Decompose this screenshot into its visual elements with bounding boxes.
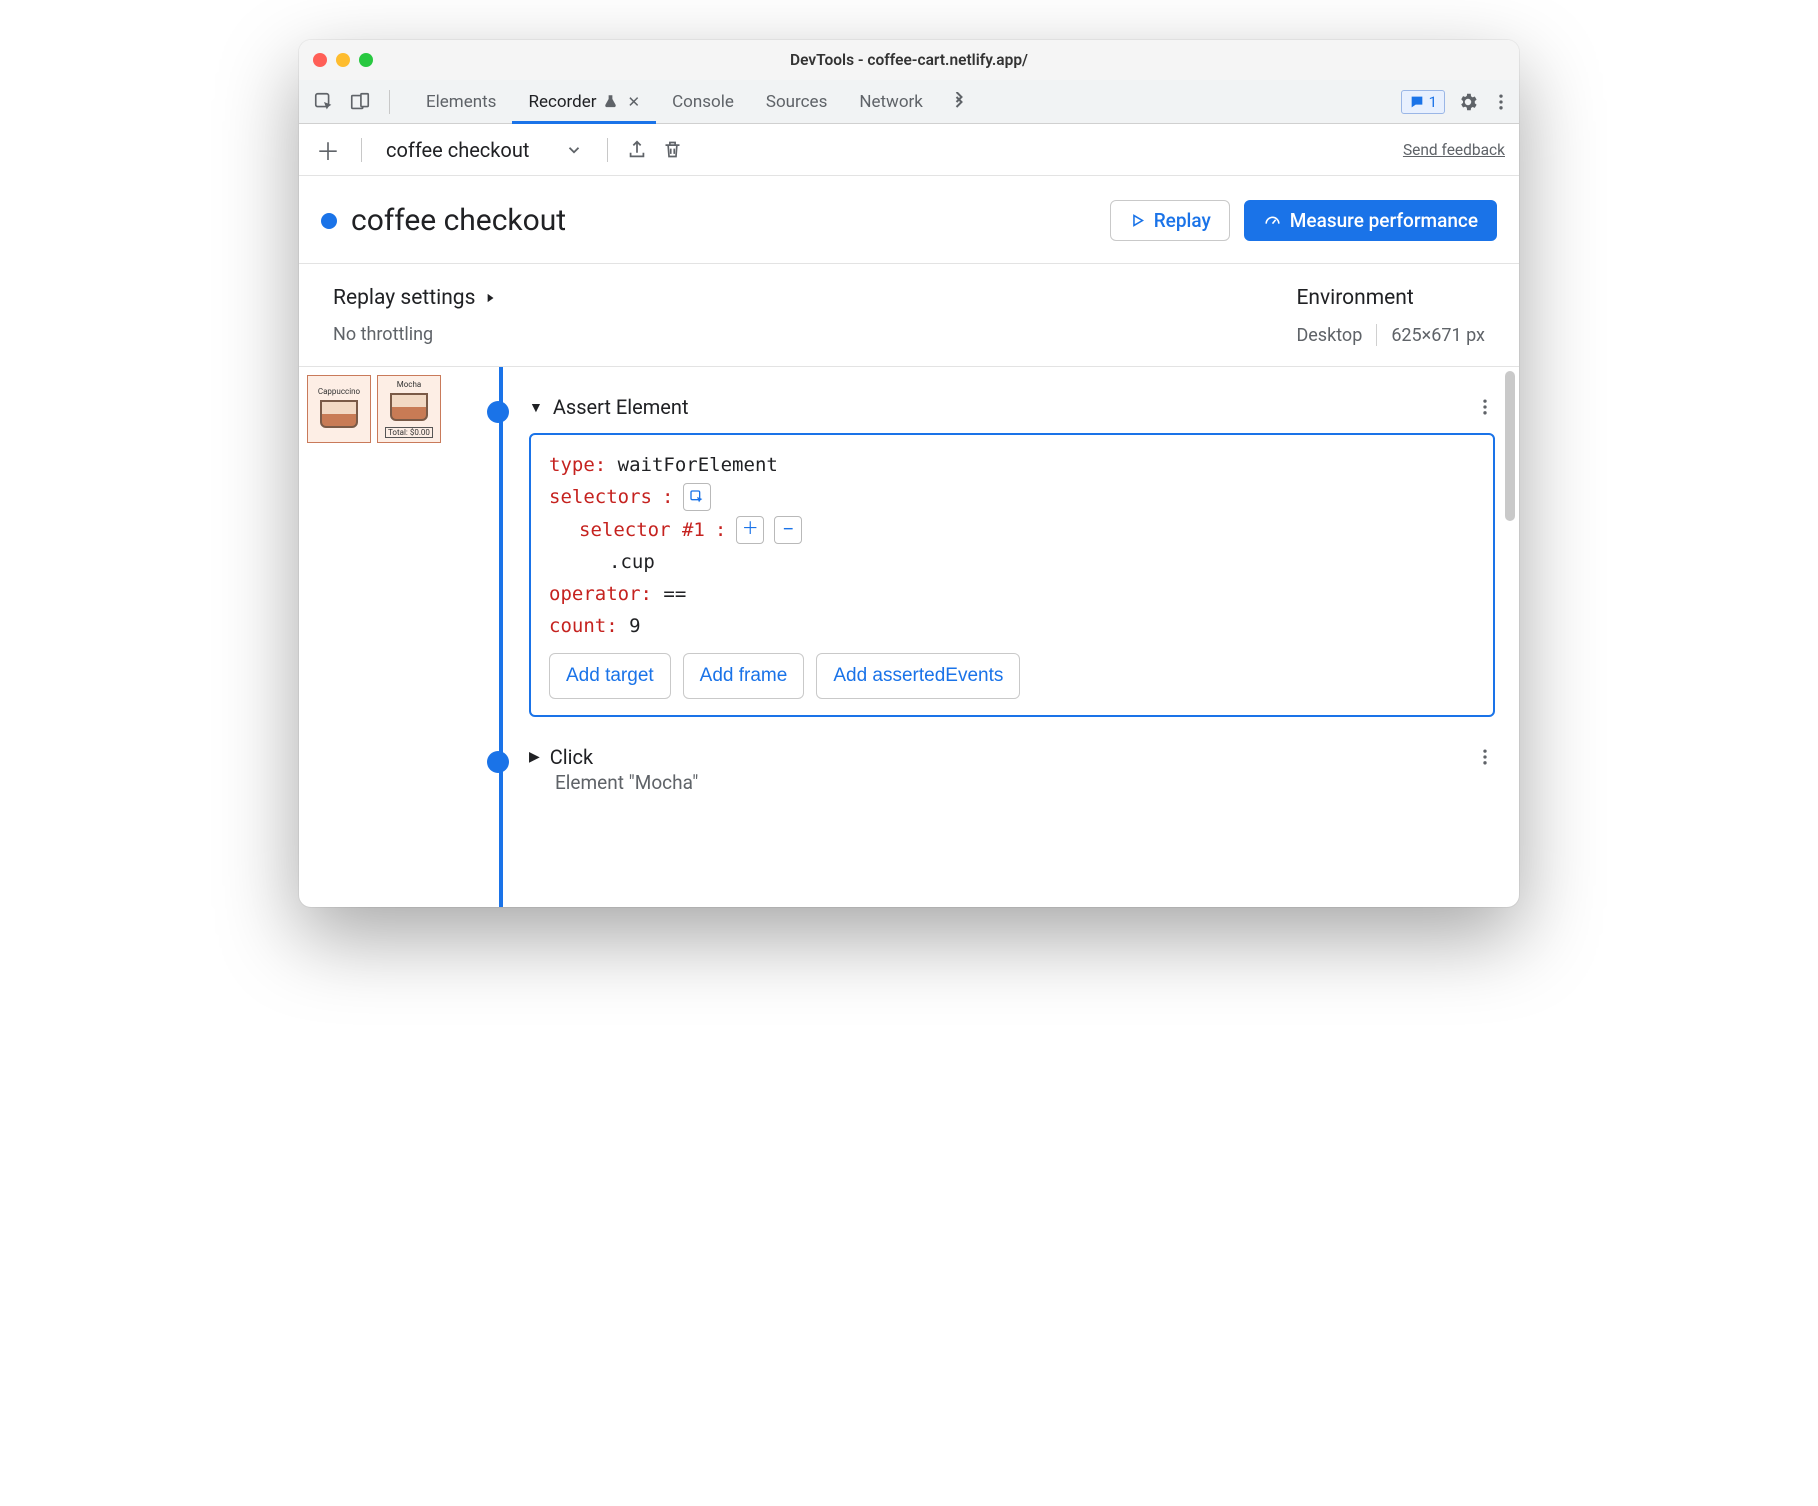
- step-title: Assert Element: [553, 395, 689, 419]
- tabs: Elements Recorder ✕ Console Sources Netw…: [410, 80, 979, 123]
- throttling-value: No throttling: [333, 324, 1296, 345]
- issues-count: 1: [1429, 93, 1437, 111]
- tab-close-icon[interactable]: ✕: [628, 93, 641, 111]
- issues-badge[interactable]: 1: [1401, 90, 1445, 114]
- settings-row: Replay settings No throttling Environmen…: [299, 264, 1519, 367]
- new-recording-button[interactable]: ＋: [313, 135, 343, 165]
- thumb-total: Total: $0.00: [385, 427, 433, 438]
- recording-header: coffee checkout Replay Measure performan…: [299, 176, 1519, 264]
- play-icon: [1129, 212, 1146, 229]
- zoom-window-button[interactable]: [359, 53, 373, 67]
- mug-icon: [320, 400, 358, 428]
- tab-label: Console: [672, 92, 734, 112]
- prop-value[interactable]: ==: [663, 583, 686, 605]
- prop-key: operator: [549, 583, 641, 605]
- mug-icon: [390, 393, 428, 421]
- chevron-down-icon: [565, 141, 583, 159]
- replay-button[interactable]: Replay: [1110, 200, 1230, 241]
- timeline: ▼ Assert Element type: waitForElement se…: [459, 367, 1519, 907]
- add-selector-icon[interactable]: ＋: [736, 516, 764, 544]
- step-subtitle: Element "Mocha": [555, 771, 1495, 794]
- divider: [607, 138, 608, 162]
- tab-sources[interactable]: Sources: [750, 80, 843, 123]
- recorder-toolbar: ＋ coffee checkout Send feedback: [299, 124, 1519, 176]
- replay-settings-label: Replay settings: [333, 286, 475, 310]
- step-assert-element: ▼ Assert Element type: waitForElement se…: [529, 395, 1495, 717]
- collapse-icon[interactable]: ▼: [529, 399, 543, 416]
- step-menu-icon[interactable]: [1475, 747, 1495, 767]
- delete-icon[interactable]: [662, 139, 683, 160]
- tab-label: Sources: [766, 92, 827, 112]
- measure-label: Measure performance: [1290, 209, 1478, 232]
- recording-selector[interactable]: coffee checkout: [380, 138, 589, 162]
- more-menu-icon[interactable]: [1491, 92, 1511, 112]
- step-dot: [487, 751, 509, 773]
- expand-icon[interactable]: ▶: [529, 749, 540, 765]
- recording-status-dot: [321, 213, 337, 229]
- prop-key: count: [549, 615, 606, 637]
- send-feedback-link[interactable]: Send feedback: [1403, 141, 1505, 159]
- add-frame-button[interactable]: Add frame: [683, 653, 805, 699]
- timeline-line: [499, 367, 503, 907]
- selector-value[interactable]: .cup: [609, 551, 655, 573]
- chevron-right-icon: [483, 291, 497, 305]
- flask-icon: [603, 94, 618, 109]
- window-title: DevTools - coffee-cart.netlify.app/: [299, 51, 1519, 69]
- prop-key: selector #1: [579, 514, 705, 546]
- minimize-window-button[interactable]: [336, 53, 350, 67]
- env-device: Desktop: [1296, 325, 1362, 346]
- thumb-caption: Cappuccino: [318, 387, 360, 396]
- replay-settings-toggle[interactable]: Replay settings: [333, 286, 1296, 310]
- recording-title: coffee checkout: [351, 203, 566, 238]
- message-icon: [1409, 94, 1425, 110]
- prop-key: type: [549, 454, 595, 476]
- tab-console[interactable]: Console: [656, 80, 750, 123]
- inspect-element-icon[interactable]: [311, 89, 337, 115]
- close-window-button[interactable]: [313, 53, 327, 67]
- add-target-button[interactable]: Add target: [549, 653, 671, 699]
- step-body: type: waitForElement selectors: selector…: [529, 433, 1495, 717]
- prop-key: selectors: [549, 481, 652, 513]
- measure-performance-button[interactable]: Measure performance: [1244, 200, 1497, 241]
- step-dot: [487, 401, 509, 423]
- settings-icon[interactable]: [1457, 91, 1479, 113]
- thumbnail[interactable]: Cappuccino: [307, 375, 371, 443]
- prop-value[interactable]: waitForElement: [618, 454, 778, 476]
- add-asserted-events-button[interactable]: Add assertedEvents: [816, 653, 1020, 699]
- scrollbar[interactable]: [1505, 371, 1515, 521]
- step-click: ▶ Click Element "Mocha": [529, 745, 1495, 794]
- divider: [361, 138, 362, 162]
- step-menu-icon[interactable]: [1475, 397, 1495, 417]
- export-icon[interactable]: [626, 139, 648, 161]
- env-viewport: 625×671 px: [1391, 325, 1485, 346]
- remove-selector-icon[interactable]: −: [774, 516, 802, 544]
- screenshot-thumbnails: Cappuccino Mocha Total: $0.00: [299, 367, 459, 907]
- tab-recorder[interactable]: Recorder ✕: [512, 80, 656, 123]
- thumbnail[interactable]: Mocha Total: $0.00: [377, 375, 441, 443]
- tab-network[interactable]: Network: [843, 80, 939, 123]
- more-tabs-button[interactable]: [939, 80, 979, 123]
- tab-label: Elements: [426, 92, 496, 112]
- thumb-caption: Mocha: [397, 380, 422, 389]
- replay-label: Replay: [1154, 209, 1211, 232]
- divider: [1376, 324, 1377, 346]
- tab-label: Recorder: [528, 92, 596, 112]
- device-toolbar-icon[interactable]: [347, 89, 373, 115]
- tabs-row: Elements Recorder ✕ Console Sources Netw…: [299, 80, 1519, 124]
- pick-selector-icon[interactable]: [683, 483, 711, 511]
- traffic-lights: [313, 53, 373, 67]
- devtools-window: DevTools - coffee-cart.netlify.app/ Elem…: [299, 40, 1519, 907]
- recording-name: coffee checkout: [386, 138, 529, 162]
- environment-heading: Environment: [1296, 286, 1485, 310]
- tab-label: Network: [859, 92, 923, 112]
- step-title: Click: [550, 745, 593, 769]
- gauge-icon: [1263, 211, 1282, 230]
- steps-area: Cappuccino Mocha Total: $0.00 ▼ Assert E…: [299, 367, 1519, 907]
- prop-value[interactable]: 9: [629, 615, 640, 637]
- tab-elements[interactable]: Elements: [410, 80, 512, 123]
- divider: [389, 90, 390, 114]
- titlebar: DevTools - coffee-cart.netlify.app/: [299, 40, 1519, 80]
